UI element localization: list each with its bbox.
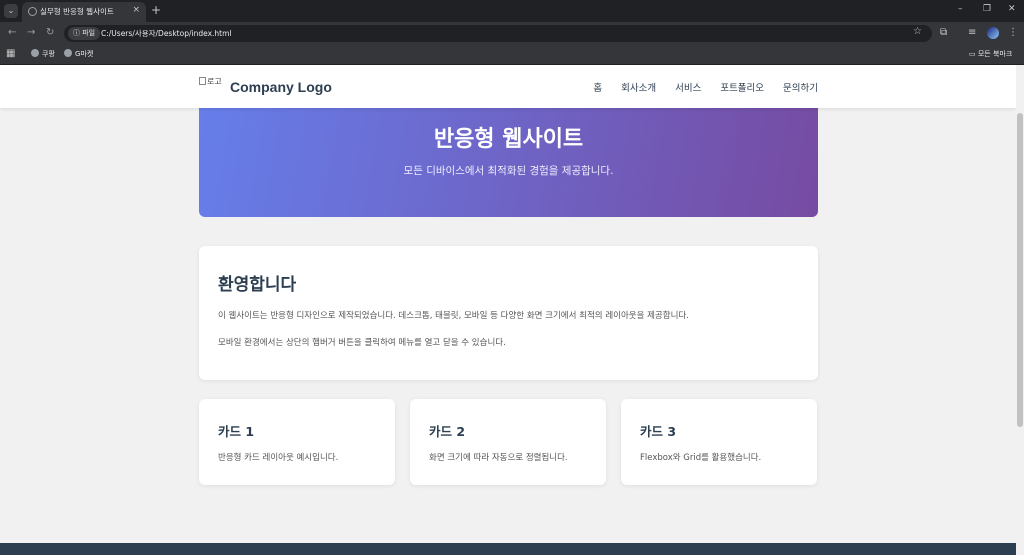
url-text[interactable]: C:/Users/사용자/Desktop/index.html (101, 27, 232, 40)
extensions-icon[interactable]: ⧉ (940, 27, 947, 38)
card-title: 카드 1 (218, 424, 255, 439)
back-button[interactable]: ← (8, 27, 16, 38)
nav-item-home[interactable]: 홈 (593, 80, 602, 94)
card-title: 카드 2 (429, 424, 466, 439)
site-header: 로고 Company Logo 홈 회사소개 서비스 포트폴리오 문의하기 (0, 65, 1016, 108)
scroll-thumb[interactable] (1017, 113, 1023, 427)
broken-logo-image: 로고 (199, 76, 222, 87)
bookmark-item[interactable]: G마켓 (64, 49, 93, 59)
hero-banner: 반응형 웹사이트 모든 디바이스에서 최적화된 경험을 제공합니다. (199, 107, 818, 217)
page-viewport: 로고 Company Logo 홈 회사소개 서비스 포트폴리오 문의하기 반응… (0, 65, 1016, 555)
browser-tab-bar: ⌄ 실무형 반응형 웹사이트 × + – ❐ ✕ (0, 0, 1024, 22)
all-bookmarks-button[interactable]: ▭ 모든 북마크 (969, 49, 1012, 59)
bookmark-item[interactable]: 쿠팡 (31, 49, 55, 59)
tab-close-button[interactable]: × (132, 5, 140, 15)
folder-icon: ▭ (969, 50, 978, 58)
reading-list-icon[interactable]: ≡ (968, 27, 976, 38)
tab-search-button[interactable]: ⌄ (4, 4, 18, 18)
card-text: 화면 크기에 따라 자동으로 정렬됩니다. (429, 453, 568, 463)
globe-icon (31, 49, 39, 57)
bookmarks-bar: ▦ 쿠팡 G마켓 ▭ 모든 북마크 (0, 44, 1024, 65)
tab-title: 실무형 반응형 웹사이트 (40, 7, 114, 16)
profile-avatar[interactable] (987, 27, 999, 39)
close-window-button[interactable]: ✕ (1008, 4, 1016, 14)
welcome-paragraph: 모바일 환경에서는 상단의 햄버거 버튼을 클릭하여 메뉴를 열고 닫을 수 있… (218, 338, 506, 348)
globe-icon (28, 7, 37, 16)
card: 카드 2 화면 크기에 따라 자동으로 정렬됩니다. (410, 399, 606, 485)
hero-title: 반응형 웹사이트 (433, 127, 584, 152)
globe-icon (64, 49, 72, 57)
card: 카드 1 반응형 카드 레이아웃 예시입니다. (199, 399, 395, 485)
reload-button[interactable]: ↻ (46, 27, 54, 38)
browser-tab[interactable]: 실무형 반응형 웹사이트 × (22, 2, 146, 22)
new-tab-button[interactable]: + (151, 3, 161, 17)
apps-grid-icon[interactable]: ▦ (6, 48, 15, 59)
page-scrollbar[interactable] (1016, 65, 1024, 555)
minimize-button[interactable]: – (958, 4, 963, 14)
logo-text: Company Logo (230, 79, 332, 95)
omnibox[interactable]: ⓘ 파일 C:/Users/사용자/Desktop/index.html ☆ (64, 25, 932, 42)
hero-subtitle: 모든 디바이스에서 최적화된 경험을 제공합니다. (403, 165, 614, 177)
welcome-title: 환영합니다 (218, 275, 297, 295)
address-toolbar: ← → ↻ ⓘ 파일 C:/Users/사용자/Desktop/index.ht… (0, 22, 1024, 44)
bookmark-star-icon[interactable]: ☆ (913, 26, 922, 37)
broken-image-icon (199, 77, 206, 85)
card: 카드 3 Flexbox와 Grid를 활용했습니다. (621, 399, 817, 485)
nav-item-portfolio[interactable]: 포트폴리오 (720, 80, 764, 94)
forward-button[interactable]: → (27, 27, 35, 38)
main-nav: 홈 회사소개 서비스 포트폴리오 문의하기 (593, 80, 818, 94)
site-footer (0, 543, 1016, 555)
card-title: 카드 3 (640, 424, 677, 439)
site-info-chip[interactable]: ⓘ 파일 (68, 27, 101, 40)
nav-item-services[interactable]: 서비스 (675, 80, 701, 94)
restore-button[interactable]: ❐ (983, 4, 991, 14)
welcome-section: 환영합니다 이 웹사이트는 반응형 디자인으로 제작되었습니다. 데스크톱, 태… (199, 246, 818, 380)
menu-icon[interactable]: ⋮ (1008, 27, 1018, 38)
card-text: 반응형 카드 레이아웃 예시입니다. (218, 453, 339, 463)
card-text: Flexbox와 Grid를 활용했습니다. (640, 453, 762, 463)
nav-item-about[interactable]: 회사소개 (621, 80, 656, 94)
nav-item-contact[interactable]: 문의하기 (783, 80, 818, 94)
welcome-paragraph: 이 웹사이트는 반응형 디자인으로 제작되었습니다. 데스크톱, 태블릿, 모바… (218, 311, 689, 321)
